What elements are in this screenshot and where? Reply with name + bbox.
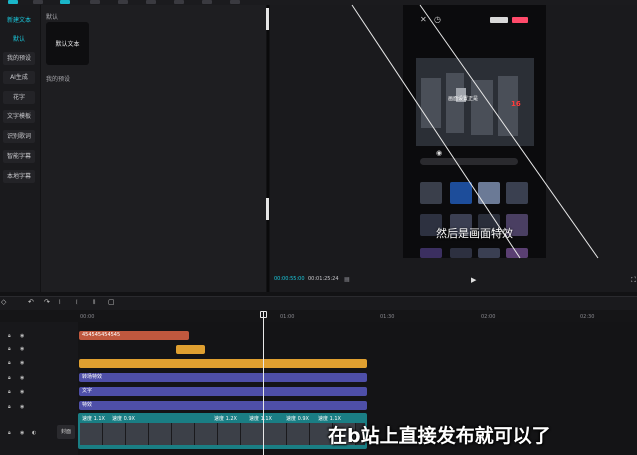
effect-clip[interactable]: 特效: [79, 401, 367, 410]
clip-label: 特效: [82, 402, 93, 408]
lock-icon[interactable]: 🔒︎: [8, 333, 11, 339]
effect-clip[interactable]: 文字: [79, 387, 367, 396]
timeline-toolbar: [0, 296, 637, 311]
eye-icon[interactable]: ◉: [20, 389, 24, 395]
audio-icon[interactable]: ◐: [32, 430, 36, 436]
eye-icon[interactable]: ◉: [20, 375, 24, 381]
delete-icon[interactable]: ▢: [108, 298, 115, 306]
ruler-tick: 02:00: [481, 314, 496, 320]
cover-button[interactable]: 封面: [57, 425, 75, 439]
redo-icon[interactable]: ↷: [44, 298, 50, 306]
clip-label: 转场特效: [82, 374, 103, 380]
split-right-icon[interactable]: ⧚: [93, 298, 95, 307]
speed-label: 速度 1.1X: [82, 416, 105, 422]
split-left-icon[interactable]: ⧙: [76, 298, 77, 307]
lock-icon[interactable]: 🔒︎: [8, 360, 11, 366]
ruler-tick: 00:00: [80, 314, 95, 320]
eye-icon[interactable]: ◉: [20, 360, 24, 366]
video-thumbnails: [80, 423, 365, 445]
split-icon[interactable]: ⧘: [59, 298, 60, 307]
speed-label: 速度 0.9X: [112, 416, 135, 422]
playhead[interactable]: [263, 312, 264, 455]
eye-icon[interactable]: ◉: [20, 404, 24, 410]
speed-label: 速度 1.1X: [249, 416, 272, 422]
speed-label: 速度 0.9X: [286, 416, 309, 422]
lock-icon[interactable]: 🔒︎: [8, 430, 11, 436]
ruler-tick: 01:30: [380, 314, 395, 320]
select-icon[interactable]: ◇: [1, 298, 6, 306]
clip-label: 454545454545: [82, 332, 121, 338]
cover-label: 封面: [60, 429, 71, 435]
sticker-clip[interactable]: [79, 359, 367, 368]
ruler-tick: 02:30: [580, 314, 595, 320]
clip-label: 文字: [82, 388, 93, 394]
eye-icon[interactable]: ◉: [20, 430, 24, 436]
timeline-ruler[interactable]: [0, 310, 637, 322]
ruler-tick: 01:00: [280, 314, 295, 320]
video-caption-overlay: 在b站上直接发布就可以了: [328, 425, 551, 447]
sticker-clip[interactable]: [176, 345, 205, 354]
lock-icon[interactable]: 🔒︎: [8, 375, 11, 381]
eye-icon[interactable]: ◉: [20, 346, 24, 352]
lock-icon[interactable]: 🔒︎: [8, 346, 11, 352]
title-clip[interactable]: 454545454545: [79, 331, 189, 340]
lock-icon[interactable]: 🔒︎: [8, 389, 11, 395]
effect-clip[interactable]: 转场特效: [79, 373, 367, 382]
eye-icon[interactable]: ◉: [20, 333, 24, 339]
undo-icon[interactable]: ↶: [28, 298, 34, 306]
speed-label: 速度 1.2X: [214, 416, 237, 422]
lock-icon[interactable]: 🔒︎: [8, 404, 11, 410]
